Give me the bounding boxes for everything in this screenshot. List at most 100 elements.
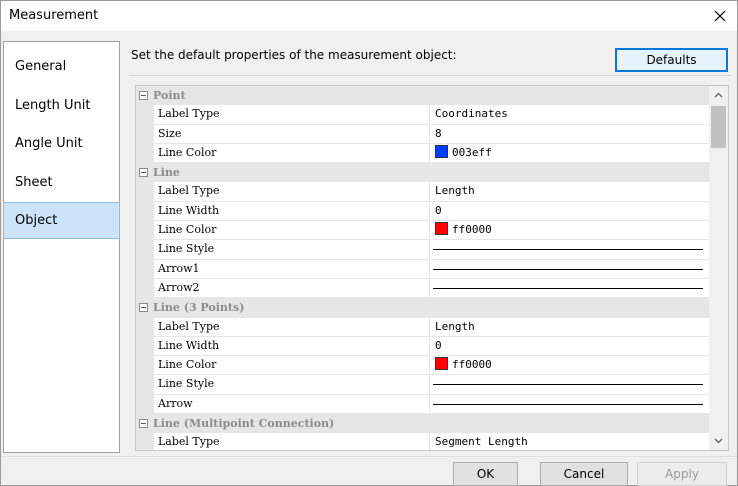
- property-name: Line Width: [154, 336, 430, 357]
- collapse-icon[interactable]: [139, 91, 148, 100]
- property-grid[interactable]: Point Label Type Coordinates Size 8 Line Colo…: [135, 85, 729, 451]
- property-row[interactable]: Arrow: [136, 394, 709, 415]
- property-name: Arrow1: [154, 259, 430, 279]
- divider: [129, 75, 731, 76]
- vertical-scrollbar[interactable]: [709, 86, 728, 450]
- property-value[interactable]: [431, 395, 709, 415]
- property-value[interactable]: ff0000: [431, 221, 709, 241]
- property-name: Line Style: [154, 375, 430, 395]
- property-name: Label Type: [154, 182, 430, 202]
- row-gutter: [136, 336, 154, 357]
- property-value[interactable]: 003eff: [431, 144, 709, 164]
- property-row[interactable]: Label Type Coordinates: [136, 105, 709, 125]
- property-grid-rows: Point Label Type Coordinates Size 8 Line Colo…: [136, 86, 709, 450]
- property-value[interactable]: ff0000: [431, 356, 709, 376]
- property-row[interactable]: Line Color ff0000: [136, 221, 709, 241]
- property-value-text: 8: [435, 126, 442, 140]
- row-gutter: [136, 201, 154, 222]
- close-button[interactable]: [703, 1, 737, 31]
- property-row[interactable]: Size 8: [136, 124, 709, 144]
- window-title: Measurement: [9, 8, 99, 23]
- category-row[interactable]: Point: [136, 86, 709, 106]
- property-value[interactable]: 8: [431, 125, 709, 144]
- property-value[interactable]: 0: [431, 202, 709, 222]
- property-value[interactable]: Coordinates: [431, 105, 709, 125]
- property-name: Label Type: [154, 317, 430, 337]
- footer-divider: [1, 456, 737, 457]
- property-value[interactable]: Length: [431, 318, 709, 337]
- category-label: Line (Multipoint Connection): [153, 417, 335, 431]
- row-gutter: [136, 105, 154, 125]
- measurement-dialog: Measurement General Length Unit Angle Un…: [0, 0, 738, 486]
- line-preview: [433, 249, 703, 251]
- property-name: Line Color: [154, 221, 430, 241]
- row-gutter: [136, 375, 154, 395]
- color-swatch: [435, 357, 448, 371]
- row-gutter: [136, 221, 154, 241]
- title-bar: Measurement: [1, 1, 737, 31]
- property-value-text: 0: [435, 338, 442, 352]
- property-name: Label Type: [154, 105, 430, 125]
- property-value[interactable]: [431, 279, 709, 299]
- defaults-button[interactable]: Defaults: [615, 48, 728, 72]
- category-label: Line (3 Points): [153, 301, 245, 315]
- sidebar-item-object[interactable]: Object: [3, 202, 120, 239]
- property-row[interactable]: Arrow2: [136, 278, 709, 299]
- property-row[interactable]: Label Type Length: [136, 182, 709, 202]
- cancel-button[interactable]: Cancel: [540, 462, 628, 486]
- sidebar-item-sheet[interactable]: Sheet: [4, 164, 119, 201]
- category-row[interactable]: Line (3 Points): [136, 298, 709, 318]
- property-row[interactable]: Line Color 003eff: [136, 143, 709, 164]
- apply-button[interactable]: Apply: [637, 462, 727, 486]
- line-preview: [433, 403, 703, 405]
- property-value[interactable]: Segment Length: [431, 433, 709, 450]
- collapse-icon[interactable]: [139, 419, 148, 429]
- row-gutter: [136, 182, 154, 202]
- property-row[interactable]: Label Type Segment Length: [136, 433, 709, 450]
- property-value[interactable]: 0: [431, 337, 709, 357]
- row-gutter: [136, 143, 154, 164]
- scroll-thumb[interactable]: [711, 106, 726, 148]
- chevron-up-icon: [714, 92, 723, 98]
- category-row[interactable]: Line: [136, 163, 709, 183]
- property-value[interactable]: Length: [431, 182, 709, 202]
- line-preview: [433, 287, 703, 289]
- property-value-text: ff0000: [452, 358, 492, 372]
- property-name: Arrow2: [154, 278, 430, 299]
- property-row[interactable]: Label Type Length: [136, 317, 709, 337]
- property-value[interactable]: [431, 375, 709, 395]
- scroll-down-button[interactable]: [709, 432, 728, 450]
- property-row[interactable]: Line Width 0: [136, 336, 709, 357]
- collapse-icon[interactable]: [139, 303, 148, 313]
- line-preview: [433, 384, 703, 386]
- property-value[interactable]: [431, 260, 709, 279]
- property-row[interactable]: Line Style: [136, 240, 709, 260]
- scroll-up-button[interactable]: [709, 86, 728, 104]
- property-value[interactable]: [431, 240, 709, 260]
- category-row[interactable]: Line (Multipoint Connection): [136, 414, 709, 434]
- instructions-text: Set the default properties of the measur…: [131, 48, 457, 62]
- chevron-down-icon: [714, 438, 723, 444]
- close-icon: [714, 10, 726, 22]
- property-row[interactable]: Line Color ff0000: [136, 356, 709, 376]
- collapse-icon[interactable]: [139, 168, 148, 178]
- line-preview: [433, 268, 703, 270]
- property-row[interactable]: Line Width 0: [136, 201, 709, 222]
- row-gutter: [136, 124, 154, 144]
- row-gutter: [136, 394, 154, 415]
- color-swatch: [435, 144, 448, 158]
- property-name: Label Type: [154, 433, 430, 450]
- sidebar-item-length-unit[interactable]: Length Unit: [4, 87, 119, 124]
- row-gutter: [136, 356, 154, 376]
- property-row[interactable]: Arrow1: [136, 259, 709, 279]
- property-name: Line Style: [154, 240, 430, 260]
- sidebar-item-angle-unit[interactable]: Angle Unit: [4, 125, 119, 162]
- sidebar-item-general[interactable]: General: [4, 48, 119, 85]
- row-gutter: [136, 317, 154, 337]
- property-row[interactable]: Line Style: [136, 375, 709, 395]
- category-label: Point: [153, 89, 186, 102]
- sidebar-item-label: Sheet: [15, 175, 53, 190]
- property-value-text: Length: [435, 319, 475, 333]
- ok-button[interactable]: OK: [453, 462, 518, 486]
- property-name: Line Color: [154, 143, 430, 164]
